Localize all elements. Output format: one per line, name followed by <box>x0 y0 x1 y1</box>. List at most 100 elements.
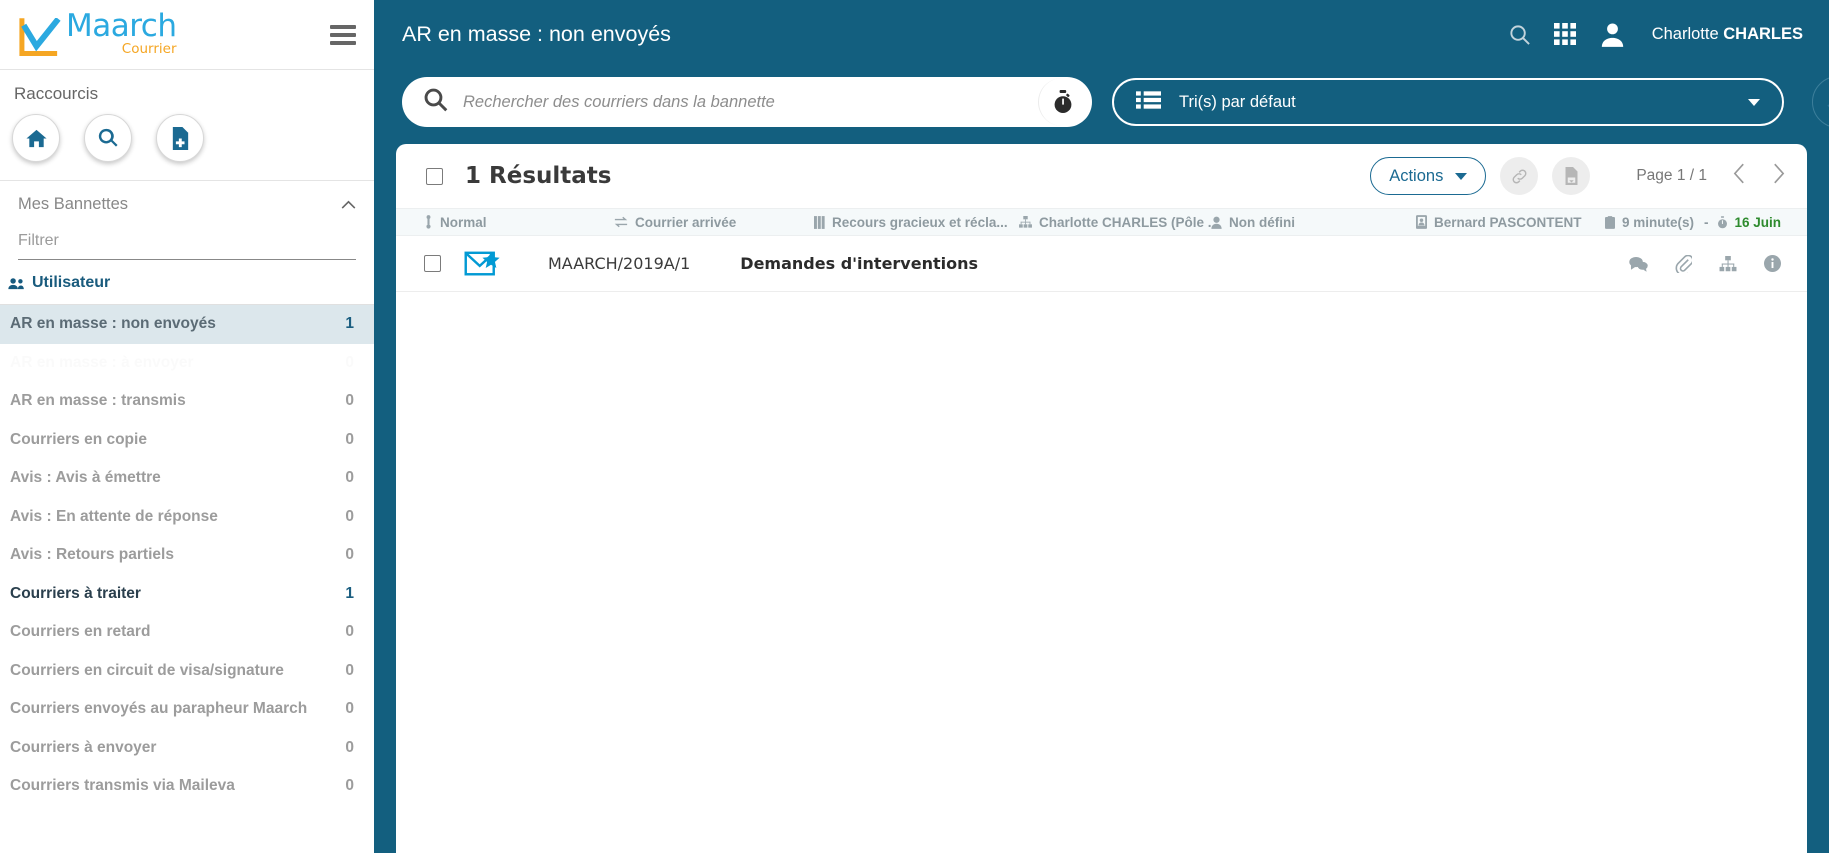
search-bar: Tri(s) par défaut <box>374 68 1829 136</box>
info-icon[interactable] <box>1764 255 1781 272</box>
bannette-item-count: 0 <box>345 700 354 718</box>
search-field[interactable] <box>402 77 1092 127</box>
column-contact: Bernard PASCONTENT <box>1416 215 1605 230</box>
sort-select-label: Tri(s) par défaut <box>1179 92 1296 111</box>
due-date: 16 Juin <box>1734 214 1781 230</box>
column-assignee-label: Non défini <box>1229 214 1295 230</box>
column-header-row: Normal Courrier arrivée Recours gracieux… <box>396 208 1807 236</box>
logo-title: Maarch <box>66 7 177 44</box>
bannette-item-label: Courriers envoyés au parapheur Maarch <box>10 700 308 718</box>
page-indicator: Page 1 / 1 <box>1636 167 1707 184</box>
shortcut-new-document-button[interactable] <box>156 114 204 162</box>
top-bar: AR en masse : non envoyés Charlotte CHAR… <box>374 0 1829 68</box>
bannettes-group-utilisateur: Utilisateur <box>0 260 374 305</box>
shortcut-home-button[interactable] <box>12 114 60 162</box>
row-checkbox[interactable] <box>424 255 441 272</box>
next-page-button[interactable] <box>1772 163 1785 189</box>
sort-direction-button[interactable] <box>1812 76 1829 128</box>
bannette-item-count: 0 <box>345 738 354 756</box>
shortcuts-label: Raccourcis <box>14 84 99 103</box>
bannette-item-label: Courriers en retard <box>10 623 151 641</box>
row-actions <box>1629 254 1781 273</box>
bannette-item[interactable]: Courriers transmis via Maileva 0 <box>0 767 374 806</box>
bannette-item-label: AR en masse : à envoyer <box>10 354 194 372</box>
maarch-logo-icon <box>19 18 61 57</box>
bannette-item[interactable]: Avis : Retours partiels 0 <box>0 536 374 575</box>
bannette-item-label: AR en masse : transmis <box>10 392 186 410</box>
bannettes-header[interactable]: Mes Bannettes <box>0 181 374 228</box>
column-priority: Normal <box>424 215 614 230</box>
column-category-label: Courrier arrivée <box>635 214 737 230</box>
sitemap-icon[interactable] <box>1719 255 1737 272</box>
export-button[interactable] <box>1552 157 1591 195</box>
bannette-item[interactable]: AR en masse : à envoyer 0 <box>0 344 374 383</box>
row-subject: Demandes d'interventions <box>740 254 979 273</box>
bannettes-title: Mes Bannettes <box>18 195 129 213</box>
user-avatar-icon[interactable] <box>1599 21 1626 48</box>
logo-bar: Maarch Courrier <box>0 0 374 70</box>
stopwatch-icon <box>1054 90 1071 113</box>
results-count: 1 Résultats <box>465 163 612 189</box>
user-name[interactable]: Charlotte CHARLES <box>1652 25 1803 44</box>
bannette-item[interactable]: Courriers envoyés au parapheur Maarch 0 <box>0 690 374 729</box>
chevron-down-icon <box>1748 98 1760 106</box>
top-bar-icons: Charlotte CHARLES <box>1508 21 1803 48</box>
bannettes-filter-input[interactable] <box>18 228 356 260</box>
global-search-icon[interactable] <box>1508 23 1531 46</box>
search-history-button[interactable] <box>1038 78 1086 126</box>
bannette-item-label: Avis : En attente de réponse <box>10 507 218 525</box>
column-assignee: Non défini <box>1211 215 1416 230</box>
bannette-item-count: 0 <box>345 546 354 564</box>
bannette-item-label: Avis : Retours partiels <box>10 546 174 564</box>
link-button[interactable] <box>1500 157 1539 195</box>
chevron-down-icon <box>1455 172 1468 180</box>
bannette-item[interactable]: Courriers en retard 0 <box>0 613 374 652</box>
column-contact-label: Bernard PASCONTENT <box>1434 214 1582 230</box>
bannette-item[interactable]: Courriers à envoyer 0 <box>0 729 374 768</box>
hamburger-icon[interactable] <box>330 21 356 49</box>
mail-new-icon <box>464 250 502 278</box>
prev-page-button[interactable] <box>1733 163 1746 189</box>
bannettes-group-label: Utilisateur <box>32 274 111 291</box>
bannette-item-label: Courriers transmis via Maileva <box>10 777 235 795</box>
id-card-icon <box>1416 215 1427 229</box>
bannette-item-label: Courriers en circuit de visa/signature <box>10 661 284 679</box>
bannette-item[interactable]: Avis : Avis à émettre 0 <box>0 459 374 498</box>
results-toolbar: 1 Résultats Actions Page 1 / 1 <box>396 144 1807 208</box>
search-input[interactable] <box>463 92 1038 112</box>
column-doctype: Recours gracieux et récla... <box>814 215 1019 230</box>
sidebar: Maarch Courrier Raccourcis Mes Bannettes… <box>0 0 374 853</box>
actions-button[interactable]: Actions <box>1370 157 1487 195</box>
comments-icon[interactable] <box>1629 256 1648 272</box>
bannette-item-count: 0 <box>345 430 354 448</box>
attachment-icon[interactable] <box>1675 254 1692 273</box>
bannette-item-count: 0 <box>345 392 354 410</box>
bannette-item[interactable]: Avis : En attente de réponse 0 <box>0 498 374 537</box>
bannette-list: AR en masse : non envoyés 1 AR en masse : … <box>0 305 374 853</box>
bannette-item-label: Courriers en copie <box>10 430 147 448</box>
shortcut-search-button[interactable] <box>84 114 132 162</box>
table-row[interactable]: MAARCH/2019A/1 Demandes d'interventions <box>396 236 1807 292</box>
select-all-checkbox[interactable] <box>426 167 443 185</box>
priority-icon <box>426 215 431 229</box>
search-icon <box>98 128 118 147</box>
bannette-item-count: 1 <box>345 315 354 333</box>
clipboard-icon <box>1604 215 1615 229</box>
bannette-item-count: 0 <box>345 777 354 795</box>
bannette-item-label: Courriers à envoyer <box>10 738 157 756</box>
bannette-item[interactable]: AR en masse : non envoyés 1 <box>0 305 374 344</box>
bannette-item[interactable]: Courriers en copie 0 <box>0 421 374 460</box>
sort-select[interactable]: Tri(s) par défaut <box>1112 78 1784 126</box>
bannette-item[interactable]: Courriers à traiter 1 <box>0 575 374 614</box>
app-logo[interactable]: Maarch Courrier <box>18 7 177 59</box>
bannette-item-count: 1 <box>345 584 354 602</box>
list-icon <box>1136 90 1161 115</box>
stopwatch-icon <box>1718 215 1728 228</box>
delay-separator: - <box>1703 214 1709 230</box>
grid-apps-icon[interactable] <box>1553 22 1577 46</box>
bannette-item[interactable]: Courriers en circuit de visa/signature 0 <box>0 652 374 691</box>
exchange-icon <box>614 216 628 228</box>
logo-subtitle: Courrier <box>121 40 177 57</box>
bannette-item[interactable]: AR en masse : transmis 0 <box>0 382 374 421</box>
chevron-up-icon[interactable] <box>341 197 356 212</box>
